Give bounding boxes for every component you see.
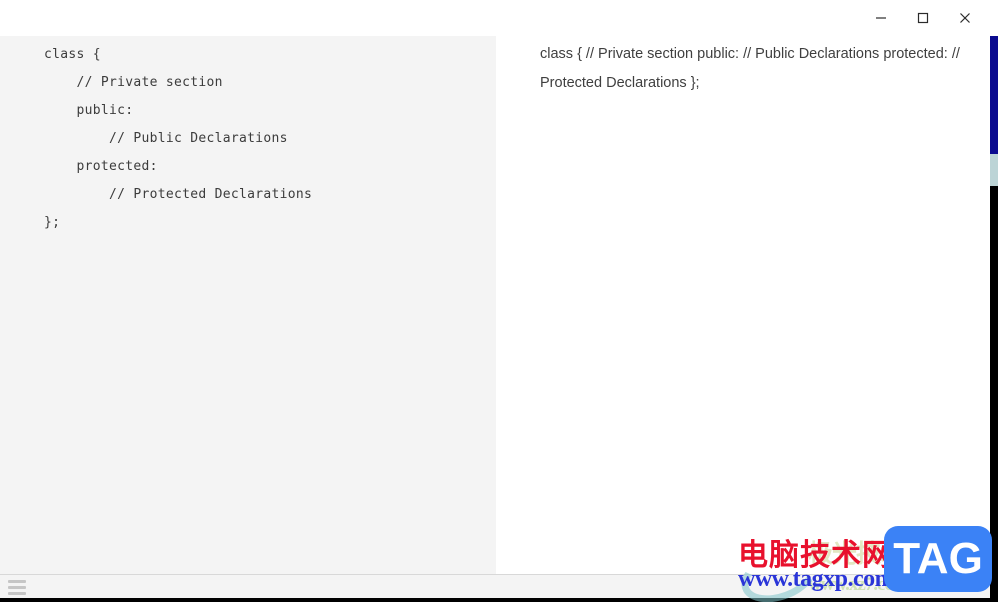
code-line: protected: bbox=[44, 159, 158, 174]
window-bottom-edge bbox=[0, 598, 998, 602]
hamburger-bar bbox=[8, 579, 26, 583]
hamburger-bar bbox=[8, 585, 26, 589]
close-icon bbox=[958, 11, 972, 25]
scrollbar-thumb[interactable] bbox=[990, 154, 998, 186]
preview-pane[interactable]: class { // Private section public: // Pu… bbox=[496, 0, 998, 574]
application-window: class { // Private section public: // Pu… bbox=[0, 0, 998, 602]
code-text-area[interactable]: class { // Private section public: // Pu… bbox=[44, 41, 312, 237]
minimize-icon bbox=[874, 11, 888, 25]
code-line: // Protected Declarations bbox=[44, 187, 313, 202]
code-line: public: bbox=[44, 103, 134, 118]
scrollbar-track-lower bbox=[990, 186, 998, 602]
code-line: }; bbox=[44, 215, 61, 230]
code-line: // Private section bbox=[44, 75, 223, 90]
code-line: // Public Declarations bbox=[44, 131, 288, 146]
maximize-icon bbox=[916, 11, 930, 25]
close-button[interactable] bbox=[944, 2, 986, 34]
maximize-button[interactable] bbox=[902, 2, 944, 34]
minimize-button[interactable] bbox=[860, 2, 902, 34]
window-controls bbox=[860, 0, 986, 36]
status-bar bbox=[0, 574, 998, 598]
code-line: class { bbox=[44, 47, 101, 62]
hamburger-menu-icon[interactable] bbox=[6, 579, 28, 595]
hamburger-bar bbox=[8, 591, 26, 595]
preview-text-content: class { // Private section public: // Pu… bbox=[540, 46, 960, 91]
title-bar bbox=[0, 0, 998, 36]
code-editor-pane[interactable]: class { // Private section public: // Pu… bbox=[0, 0, 496, 574]
vertical-scrollbar[interactable] bbox=[990, 0, 998, 602]
